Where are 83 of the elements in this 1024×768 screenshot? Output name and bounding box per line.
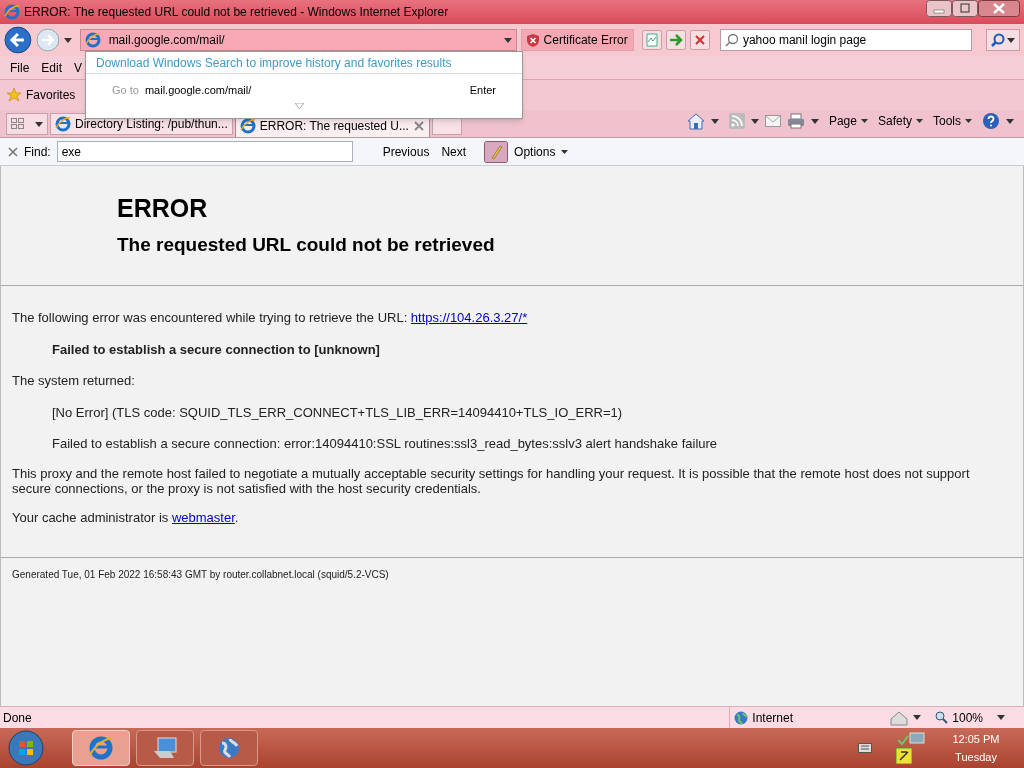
caret-icon bbox=[860, 119, 868, 123]
url-link[interactable]: https://104.26.3.27/* bbox=[410, 310, 528, 325]
goto-suggestion[interactable]: Go to mail.google.com/mail/ Enter bbox=[86, 74, 522, 99]
caret-icon[interactable] bbox=[503, 37, 512, 43]
browser-logo-icon bbox=[55, 116, 71, 132]
options-menu[interactable]: Options bbox=[514, 142, 569, 161]
error-detail: [No Error] (TLS code: SQUID_TLS_ERR_CONNECT+TLS_LIB_ERR=14094410+TLS_IO_ERR=1) bbox=[51, 403, 624, 422]
zone-label: Internet bbox=[752, 709, 793, 727]
admin-text: Your cache administrator is webmaster. bbox=[12, 508, 240, 527]
window-title: ERROR: The requested URL could not be retrieved - Windows Internet Explorer bbox=[24, 4, 449, 21]
clock-day[interactable]: Tuesday bbox=[955, 748, 997, 766]
search-icon bbox=[724, 33, 739, 47]
grid-icon bbox=[11, 118, 25, 130]
caret-icon[interactable] bbox=[750, 118, 759, 124]
caret-icon[interactable] bbox=[1007, 37, 1015, 43]
star-icon bbox=[6, 87, 22, 103]
caret-icon[interactable] bbox=[710, 118, 719, 124]
shield-icon bbox=[525, 33, 540, 47]
menu-item[interactable]: Edit bbox=[41, 58, 63, 77]
caret-icon[interactable] bbox=[35, 121, 43, 127]
computer-icon bbox=[152, 735, 178, 761]
certificate-error-button[interactable]: Certificate Error bbox=[520, 29, 634, 51]
zoom-icon bbox=[935, 711, 949, 724]
start-button[interactable] bbox=[8, 730, 44, 766]
next-button[interactable]: Next bbox=[441, 142, 467, 161]
help-icon[interactable] bbox=[982, 112, 1000, 130]
caret-icon[interactable] bbox=[810, 118, 819, 124]
search-field[interactable]: yahoo manil login page bbox=[719, 29, 973, 51]
browser-logo-icon bbox=[88, 735, 114, 761]
command-menu[interactable]: Tools bbox=[933, 112, 972, 130]
search-button[interactable] bbox=[986, 29, 1020, 51]
caret-icon bbox=[916, 119, 923, 123]
error-subheading: The requested URL could not be retrieved bbox=[117, 235, 496, 254]
taskbar-button[interactable] bbox=[72, 730, 130, 766]
address-field[interactable]: mail.google.com/mail/ bbox=[79, 29, 517, 51]
caret-icon[interactable] bbox=[1006, 118, 1014, 124]
keyboard-icon[interactable] bbox=[858, 743, 872, 753]
caret-icon[interactable] bbox=[63, 37, 72, 43]
webmaster-link[interactable]: webmaster bbox=[171, 509, 235, 525]
status-text: Done bbox=[3, 709, 33, 727]
browser-logo-icon bbox=[4, 4, 20, 20]
previous-button[interactable]: Previous bbox=[382, 142, 430, 161]
taskbar-button[interactable] bbox=[136, 730, 194, 766]
error-message: The following error was encountered while trying to retrieve the URL: https://104.26.3.27/* bbox=[12, 309, 529, 327]
go-icon[interactable] bbox=[665, 30, 686, 50]
caret-icon bbox=[965, 119, 972, 123]
browser-logo-icon bbox=[84, 32, 101, 48]
command-menu[interactable]: Page bbox=[828, 112, 868, 130]
minimize-button[interactable] bbox=[926, 0, 952, 17]
caret-icon bbox=[561, 149, 569, 154]
menu-item[interactable]: File bbox=[10, 58, 30, 77]
mail-icon[interactable] bbox=[764, 115, 781, 127]
taskbar-button[interactable] bbox=[200, 730, 258, 766]
maximize-button[interactable] bbox=[952, 0, 978, 17]
close-icon[interactable] bbox=[412, 119, 425, 132]
explanation-text: This proxy and the remote host failed to negotiate a mutually acceptable security settings for handling your request. It is possible that the remote host does not support secure connections, or the proxy is not satisfied with the host security credentials. bbox=[12, 465, 971, 496]
footer-text: Generated Tue, 01 Feb 2022 16:58:43 GMT by router.collabnet.local (squid/5.2-VCS) bbox=[12, 568, 390, 582]
error-reason: Failed to establish a secure connection to [unknown] bbox=[51, 340, 381, 359]
find-field[interactable]: exe bbox=[56, 141, 353, 162]
close-icon[interactable] bbox=[8, 146, 18, 157]
back-button[interactable] bbox=[4, 26, 32, 54]
stop-icon[interactable] bbox=[689, 30, 710, 50]
globe-icon bbox=[734, 710, 749, 725]
caret-icon[interactable] bbox=[997, 715, 1005, 720]
home-icon[interactable] bbox=[686, 112, 705, 130]
body-text: The system returned: bbox=[12, 372, 136, 390]
error-detail: Failed to establish a secure connection: error:14094410:SSL routines:ssl3_read_bytes:sslv3 alert handshake failure bbox=[51, 435, 719, 453]
globe-icon bbox=[216, 735, 242, 761]
favorites-button[interactable]: Favorites bbox=[26, 86, 76, 104]
caret-icon[interactable] bbox=[913, 715, 922, 720]
menu-item[interactable]: V bbox=[74, 58, 83, 77]
compatibility-icon[interactable] bbox=[641, 30, 662, 50]
command-menu[interactable]: Safety bbox=[877, 112, 923, 130]
highlight-button[interactable] bbox=[484, 140, 509, 163]
browser-logo-icon bbox=[239, 117, 256, 134]
close-button[interactable] bbox=[978, 0, 1020, 17]
print-icon[interactable] bbox=[786, 113, 805, 129]
find-label: Find: bbox=[24, 143, 51, 161]
error-heading: ERROR bbox=[117, 196, 209, 221]
zoom-control[interactable]: 100% bbox=[935, 708, 983, 727]
clock-time[interactable]: 12:05 PM bbox=[952, 730, 1000, 748]
search-icon bbox=[991, 33, 1006, 47]
app-tray-icon[interactable] bbox=[896, 748, 912, 764]
